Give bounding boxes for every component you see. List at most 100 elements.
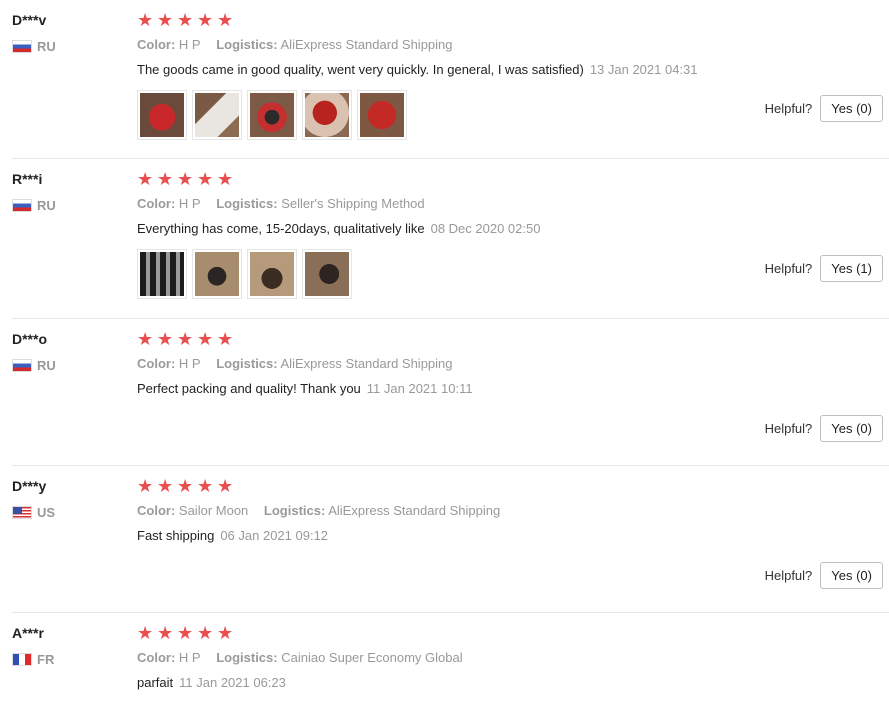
star-icon: ★ bbox=[217, 169, 234, 189]
review-item: R***i RU ★ ★ ★ ★ ★ Color: H P Logistics: Sel… bbox=[12, 159, 889, 319]
star-icon: ★ bbox=[177, 329, 194, 349]
color-value: H P bbox=[178, 37, 201, 52]
color-value: Sailor Moon bbox=[178, 503, 249, 518]
review-text: Fast shipping bbox=[137, 528, 215, 543]
reviewer-country: RU bbox=[12, 39, 122, 54]
review-photo-thumbnail[interactable] bbox=[137, 249, 187, 299]
review-text: Everything has come, 15-20days, qualitat… bbox=[137, 221, 425, 236]
country-code: RU bbox=[37, 39, 56, 54]
star-icon: ★ bbox=[137, 10, 154, 30]
star-rating: ★ ★ ★ ★ ★ bbox=[137, 623, 889, 643]
helpful-yes-button[interactable]: Yes (0) bbox=[820, 562, 883, 589]
logistics-label: Logistics: bbox=[216, 37, 278, 52]
review-date: 06 Jan 2021 09:12 bbox=[220, 528, 329, 543]
review-meta: Color: Sailor Moon Logistics: AliExpress… bbox=[137, 503, 889, 519]
star-rating: ★ ★ ★ ★ ★ bbox=[137, 329, 889, 349]
star-icon: ★ bbox=[177, 476, 194, 496]
logistics-value: AliExpress Standard Shipping bbox=[328, 503, 501, 518]
logistics-value: AliExpress Standard Shipping bbox=[280, 356, 453, 371]
review-content: ★ ★ ★ ★ ★ Color: Sailor Moon Logistics: AliE… bbox=[137, 476, 889, 544]
review-text-row: Fast shipping 06 Jan 2021 09:12 bbox=[137, 528, 889, 544]
color-value: H P bbox=[178, 196, 201, 211]
review-text: parfait bbox=[137, 675, 174, 690]
reviewer-name: D***o bbox=[12, 331, 48, 347]
helpful-section: Helpful? Yes (0) bbox=[765, 415, 883, 442]
star-icon: ★ bbox=[217, 476, 234, 496]
color-value: H P bbox=[178, 356, 201, 371]
logistics-label: Logistics: bbox=[263, 503, 326, 518]
helpful-label: Helpful? bbox=[764, 568, 813, 583]
flag-us-icon bbox=[12, 506, 32, 519]
star-icon: ★ bbox=[217, 329, 234, 349]
helpful-label: Helpful? bbox=[764, 261, 813, 276]
review-text-row: The goods came in good quality, went ver… bbox=[137, 62, 889, 78]
star-icon: ★ bbox=[137, 476, 154, 496]
reviewer-info: D***v RU bbox=[12, 12, 122, 54]
reviewer-info: R***i RU bbox=[12, 171, 122, 213]
review-photo-thumbnail[interactable] bbox=[302, 90, 352, 140]
color-label: Color: bbox=[137, 37, 176, 52]
flag-ru-icon bbox=[12, 199, 32, 212]
country-code: RU bbox=[37, 358, 56, 373]
review-photo-thumbnail[interactable] bbox=[302, 249, 352, 299]
reviewer-country: US bbox=[12, 505, 122, 520]
star-icon: ★ bbox=[177, 169, 194, 189]
star-icon: ★ bbox=[137, 623, 154, 643]
star-icon: ★ bbox=[137, 169, 154, 189]
review-photo-thumbnail[interactable] bbox=[247, 90, 297, 140]
reviewer-info: D***o RU bbox=[12, 331, 122, 373]
color-label: Color: bbox=[137, 356, 176, 371]
review-text-row: Everything has come, 15-20days, qualitat… bbox=[137, 221, 889, 237]
star-icon: ★ bbox=[157, 10, 174, 30]
reviewer-country: RU bbox=[12, 358, 122, 373]
star-icon: ★ bbox=[197, 623, 214, 643]
flag-fr-icon bbox=[12, 653, 32, 666]
helpful-label: Helpful? bbox=[764, 101, 813, 116]
logistics-value: AliExpress Standard Shipping bbox=[280, 37, 453, 52]
review-content: ★ ★ ★ ★ ★ Color: H P Logistics: Cainiao Supe… bbox=[137, 623, 889, 691]
country-code: RU bbox=[37, 198, 56, 213]
star-icon: ★ bbox=[217, 623, 234, 643]
helpful-yes-button[interactable]: Yes (0) bbox=[820, 95, 883, 122]
review-meta: Color: H P Logistics: AliExpress Standar… bbox=[137, 356, 889, 372]
star-icon: ★ bbox=[177, 10, 194, 30]
review-meta: Color: H P Logistics: Cainiao Super Econ… bbox=[137, 650, 889, 666]
review-item: D***o RU ★ ★ ★ ★ ★ Color: H P Logistics: Ali… bbox=[12, 319, 889, 466]
color-value: H P bbox=[178, 650, 201, 665]
review-photo-thumbnail[interactable] bbox=[137, 90, 187, 140]
star-rating: ★ ★ ★ ★ ★ bbox=[137, 10, 889, 30]
review-date: 08 Dec 2020 02:50 bbox=[430, 221, 541, 236]
review-photo-thumbnail[interactable] bbox=[247, 249, 297, 299]
reviewer-info: A***r FR bbox=[12, 625, 122, 667]
reviewer-name: D***y bbox=[12, 478, 47, 494]
star-icon: ★ bbox=[197, 329, 214, 349]
star-icon: ★ bbox=[137, 329, 154, 349]
review-photo-thumbnail[interactable] bbox=[192, 90, 242, 140]
helpful-section: Helpful? Yes (0) bbox=[765, 95, 883, 122]
logistics-label: Logistics: bbox=[216, 356, 278, 371]
review-date: 11 Jan 2021 06:23 bbox=[179, 675, 286, 690]
reviewer-name: A***r bbox=[12, 625, 44, 641]
star-icon: ★ bbox=[217, 10, 234, 30]
star-icon: ★ bbox=[197, 476, 214, 496]
reviewer-name: R***i bbox=[12, 171, 43, 187]
review-text: The goods came in good quality, went ver… bbox=[137, 62, 584, 77]
review-photo-thumbnail[interactable] bbox=[357, 90, 407, 140]
review-photo-thumbnail[interactable] bbox=[192, 249, 242, 299]
review-meta: Color: H P Logistics: AliExpress Standar… bbox=[137, 37, 889, 53]
helpful-yes-button[interactable]: Yes (0) bbox=[820, 415, 883, 442]
color-label: Color: bbox=[137, 196, 176, 211]
review-text-row: parfait 11 Jan 2021 06:23 bbox=[137, 675, 889, 691]
flag-ru-icon bbox=[12, 40, 32, 53]
logistics-value: Seller's Shipping Method bbox=[281, 196, 425, 211]
country-code: US bbox=[37, 505, 56, 520]
review-item: D***v RU ★ ★ ★ ★ ★ Color: H P Logistics: Ali… bbox=[12, 0, 889, 159]
logistics-label: Logistics: bbox=[216, 650, 278, 665]
helpful-yes-button[interactable]: Yes (1) bbox=[820, 255, 883, 282]
star-icon: ★ bbox=[197, 169, 214, 189]
star-icon: ★ bbox=[157, 169, 174, 189]
review-date: 13 Jan 2021 04:31 bbox=[589, 62, 698, 77]
star-icon: ★ bbox=[157, 329, 174, 349]
star-icon: ★ bbox=[157, 476, 174, 496]
star-icon: ★ bbox=[157, 623, 174, 643]
